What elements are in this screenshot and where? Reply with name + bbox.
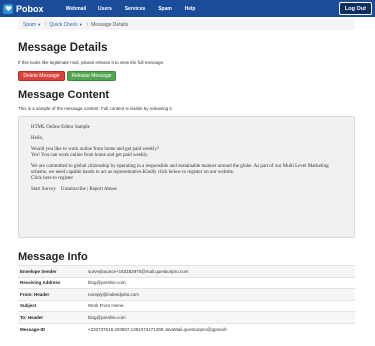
nav-services[interactable]: Services: [122, 6, 148, 12]
row-value: blog@preshie.com: [86, 276, 355, 289]
nav-help[interactable]: Help: [182, 6, 198, 12]
message-preview: HTML Online Editor Sample Hello, Would y…: [18, 116, 355, 238]
table-row: To: Header blog@preshie.com: [18, 311, 355, 323]
row-key: From: Header: [18, 288, 86, 300]
table-row: Subject Work From Home.: [18, 299, 355, 312]
breadcrumb-current: Message Details: [91, 21, 129, 28]
breadcrumb-separator: /: [45, 21, 47, 28]
message-line: We are committed to global citizenship b…: [31, 164, 329, 175]
row-value: noreply@indeedjobs.com: [86, 288, 355, 300]
row-key: Receiving Address: [18, 276, 86, 289]
breadcrumb-quick-check[interactable]: Quick Check: [49, 22, 77, 28]
table-row: Envelope Sender surveybounce+16318297​0@…: [18, 265, 355, 277]
message-info-table: Envelope Sender surveybounce+16318297​0@…: [18, 265, 355, 335]
row-key: Subject: [18, 299, 86, 312]
table-row: From: Header noreply@indeedjobs.com: [18, 288, 355, 300]
page-title: Message Details: [18, 42, 108, 54]
heart-icon: [3, 3, 13, 14]
nav-spam[interactable]: Spam: [156, 6, 174, 12]
table-row: Message-ID <333737618.203887.13810734712…: [18, 322, 355, 335]
caret-down-icon[interactable]: ▼: [37, 22, 41, 27]
brand-logo[interactable]: Pobox: [0, 0, 64, 17]
top-navbar: Pobox Webmail Users Services Spam Help L…: [0, 0, 375, 17]
message-content-title: Message Content: [18, 89, 110, 101]
row-value: surveybounce+16318297​0@mail.questionpro…: [86, 265, 355, 277]
table-row: Receiving Address blog@preshie.com: [18, 276, 355, 289]
release-message-button[interactable]: Release Message: [67, 71, 116, 81]
breadcrumb-separator: /: [86, 21, 89, 28]
message-line: Yes! You can work online from home and g…: [31, 152, 149, 158]
brand-name: Pobox: [16, 3, 44, 14]
release-notice: If this looks like legitimate mail, plea…: [18, 60, 165, 65]
message-line: Click here to register: [31, 175, 74, 181]
row-key: To: Header: [18, 311, 86, 323]
row-value: Work From Home.: [86, 299, 355, 312]
nav-users[interactable]: Users: [96, 6, 114, 12]
message-footer: Start Survey Unsubscribe | Report Abuse: [31, 187, 117, 193]
row-key: Envelope Sender: [18, 265, 86, 277]
message-content-description: This is a sample of the message content.…: [18, 106, 173, 111]
breadcrumb-spam[interactable]: Spam: [23, 22, 36, 28]
message-line: Hello,: [31, 135, 44, 141]
row-key: Message-ID: [18, 322, 86, 335]
row-value: blog@preshie.com: [86, 311, 355, 323]
breadcrumb: Spam ▼ / Quick Check ▼ / Message Details: [18, 19, 355, 30]
message-line: HTML Online Editor Sample: [31, 125, 90, 130]
caret-down-icon[interactable]: ▼: [79, 22, 83, 27]
message-info-title: Message Info: [18, 251, 88, 263]
logout-button[interactable]: Log Out: [338, 2, 372, 15]
row-value: <333737618.203887.1381073471299.JavaMail…: [86, 322, 355, 335]
delete-message-button[interactable]: Delete Message: [18, 71, 65, 81]
nav-webmail[interactable]: Webmail: [64, 6, 88, 12]
